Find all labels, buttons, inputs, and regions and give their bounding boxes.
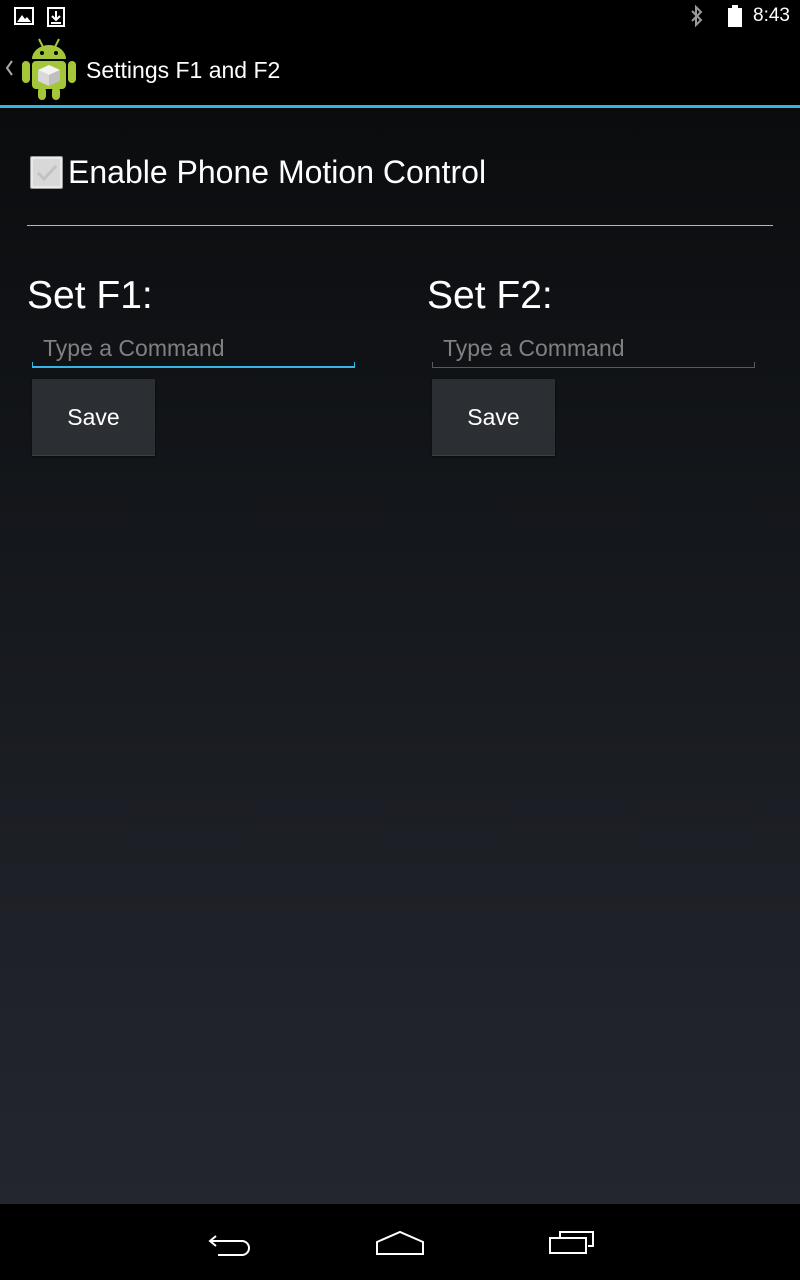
status-bar: 8:43 bbox=[0, 0, 800, 33]
section-divider bbox=[27, 225, 773, 226]
motion-control-label: Enable Phone Motion Control bbox=[68, 153, 487, 190]
f2-command-input[interactable] bbox=[432, 330, 755, 370]
f2-section: Set F2: Save bbox=[427, 272, 757, 456]
f1-section: Set F1: Save bbox=[27, 272, 357, 456]
action-bar: Settings F1 and F2 bbox=[0, 33, 800, 108]
recent-apps-icon[interactable] bbox=[548, 1230, 596, 1260]
gallery-notification-icon bbox=[14, 7, 34, 29]
android-app-icon[interactable] bbox=[20, 37, 78, 105]
navigation-bar bbox=[0, 1204, 800, 1280]
f1-save-button[interactable]: Save bbox=[32, 379, 155, 456]
motion-control-row[interactable]: Enable Phone Motion Control bbox=[30, 152, 486, 192]
up-caret-icon[interactable] bbox=[4, 59, 14, 81]
f2-input-underline bbox=[432, 362, 755, 368]
settings-content: Enable Phone Motion Control Set F1: Save… bbox=[0, 108, 800, 1204]
f2-label: Set F2: bbox=[427, 274, 553, 317]
f1-command-input[interactable] bbox=[32, 330, 355, 370]
back-icon[interactable] bbox=[206, 1232, 254, 1262]
status-time: 8:43 bbox=[753, 5, 790, 26]
f1-label: Set F1: bbox=[27, 274, 153, 317]
download-notification-icon bbox=[47, 7, 65, 31]
motion-control-checkbox[interactable] bbox=[30, 155, 63, 189]
f1-input-underline bbox=[32, 362, 355, 368]
f2-save-button[interactable]: Save bbox=[432, 379, 555, 456]
page-title: Settings F1 and F2 bbox=[86, 57, 281, 83]
home-icon[interactable] bbox=[374, 1230, 426, 1260]
battery-icon bbox=[728, 5, 742, 31]
bluetooth-icon bbox=[689, 4, 705, 31]
